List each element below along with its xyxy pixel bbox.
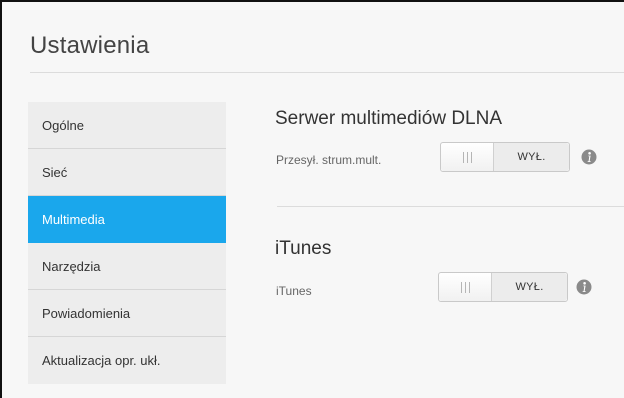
settings-window: Ustawienia Ogólne Sieć Multimedia Narzęd… xyxy=(0,0,624,398)
toggle-state-label: WYŁ. xyxy=(492,273,567,301)
sidebar-item-tools[interactable]: Narzędzia xyxy=(28,243,226,290)
itunes-section-title: iTunes xyxy=(275,238,332,259)
toggle-state-label: WYŁ. xyxy=(494,143,569,171)
toggle-handle[interactable] xyxy=(441,143,494,171)
section-divider xyxy=(277,206,624,207)
title-divider xyxy=(30,72,624,73)
sidebar-item-general[interactable]: Ogólne xyxy=(28,102,226,149)
itunes-toggle[interactable]: WYŁ. xyxy=(438,272,568,302)
dlna-streaming-label: Przesył. strum.mult. xyxy=(276,153,382,167)
settings-sidebar: Ogólne Sieć Multimedia Narzędzia Powiado… xyxy=(28,102,226,384)
dlna-section-title: Serwer multimediów DLNA xyxy=(275,108,503,129)
page-title: Ustawienia xyxy=(30,32,150,59)
info-icon[interactable] xyxy=(576,279,592,295)
sidebar-item-firmware-update[interactable]: Aktualizacja opr. ukł. xyxy=(28,337,226,384)
sidebar-item-multimedia[interactable]: Multimedia xyxy=(28,196,226,243)
sidebar-item-network[interactable]: Sieć xyxy=(28,149,226,196)
itunes-label: iTunes xyxy=(276,284,312,298)
info-icon[interactable] xyxy=(581,149,597,165)
sidebar-item-notifications[interactable]: Powiadomienia xyxy=(28,290,226,337)
toggle-handle[interactable] xyxy=(439,273,492,301)
dlna-streaming-toggle[interactable]: WYŁ. xyxy=(440,142,570,172)
